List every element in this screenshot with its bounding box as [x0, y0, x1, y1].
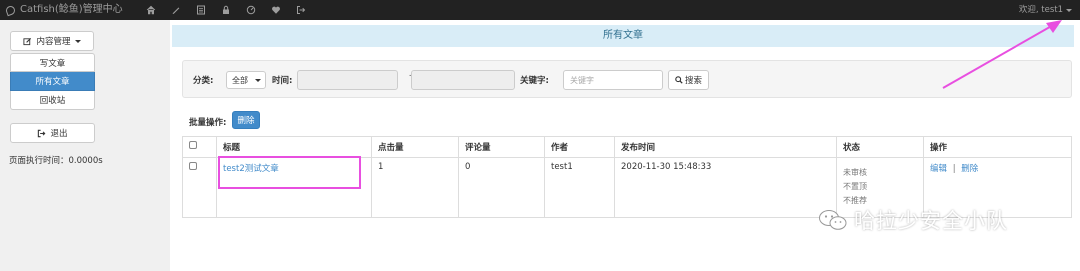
watermark: 哈拉少安全小队 [818, 205, 1008, 235]
wechat-icon [819, 210, 847, 230]
watermark-text: 哈拉少安全小队 [854, 209, 1008, 233]
